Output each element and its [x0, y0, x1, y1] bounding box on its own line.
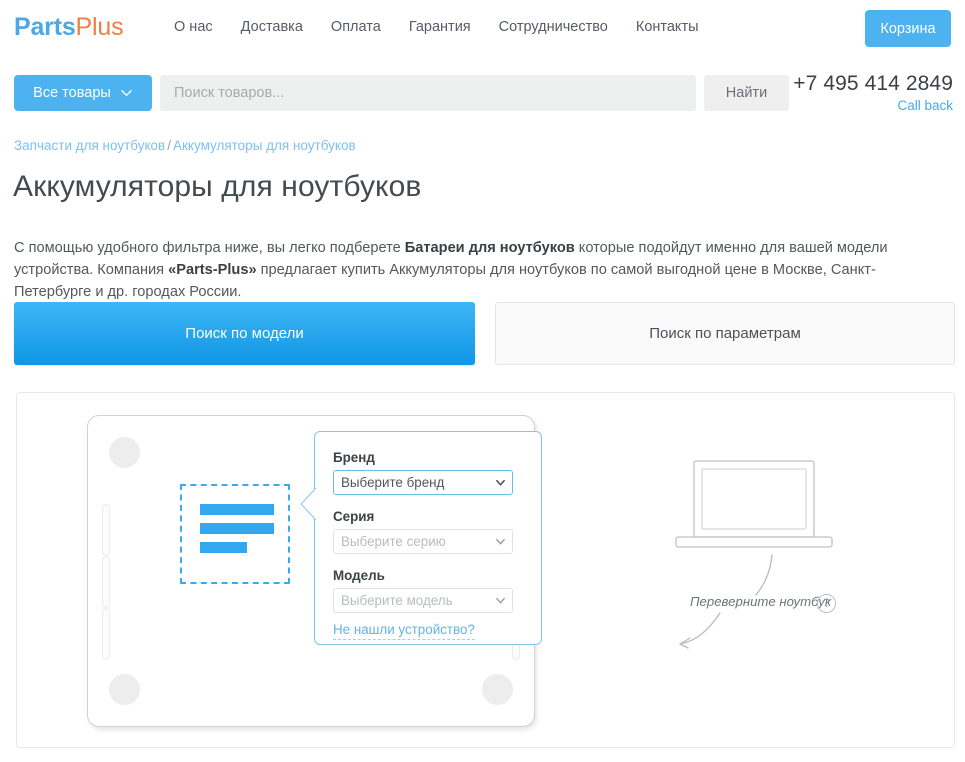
nav-item-delivery[interactable]: Доставка	[227, 19, 317, 35]
flip-laptop-hint: Переверните ноутбук	[690, 594, 831, 609]
model-label-sticker	[180, 484, 290, 584]
page-root: PartsPlus О нас Доставка Оплата Гарантия…	[0, 0, 965, 762]
brand-select[interactable]: Выберите бренд	[333, 470, 513, 495]
laptop-open-icon	[672, 455, 852, 565]
screw-icon	[482, 674, 513, 705]
breadcrumb-separator: /	[165, 138, 173, 153]
tab-search-by-parameters[interactable]: Поиск по параметрам	[495, 302, 955, 365]
panel-pointer-icon	[300, 488, 316, 520]
intro-bold-2: «Parts-Plus»	[168, 262, 256, 278]
sticker-bar	[200, 523, 274, 534]
model-filter-panel: Бренд Выберите бренд Серия Выберите сери…	[314, 431, 542, 645]
all-goods-dropdown[interactable]: Все товары	[14, 75, 152, 111]
device-not-found-link[interactable]: Не нашли устройство?	[333, 622, 475, 640]
nav-item-cooperation[interactable]: Сотрудничество	[485, 19, 622, 35]
sticker-bar	[200, 542, 247, 553]
vent-slot-icon	[102, 556, 110, 608]
model-select[interactable]: Выберите модель	[333, 588, 513, 613]
chevron-down-icon	[495, 477, 506, 488]
intro-text-1: С помощью удобного фильтра ниже, вы легк…	[14, 240, 405, 256]
vent-slot-icon	[102, 608, 110, 660]
breadcrumb-link-batteries[interactable]: Аккумуляторы для ноутбуков	[173, 138, 356, 153]
series-select[interactable]: Выберите серию	[333, 529, 513, 554]
series-select-value: Выберите серию	[341, 534, 446, 549]
series-label: Серия	[333, 509, 513, 524]
intro-bold-1: Батареи для ноутбуков	[405, 240, 575, 256]
breadcrumb: Запчасти для ноутбуков/Аккумуляторы для …	[14, 138, 356, 153]
screw-icon	[109, 674, 140, 705]
model-label: Модель	[333, 568, 513, 583]
site-header: PartsPlus О нас Доставка Оплата Гарантия…	[0, 0, 965, 58]
nav-item-warranty[interactable]: Гарантия	[395, 19, 485, 35]
sticker-bar	[200, 504, 274, 515]
logo-part-one: Parts	[14, 13, 76, 41]
field-group-model: Модель Выберите модель	[333, 568, 513, 613]
screw-icon	[109, 437, 140, 468]
call-back-link[interactable]: Call back	[793, 98, 953, 113]
search-input[interactable]	[160, 75, 696, 111]
help-question-icon[interactable]: ?	[817, 594, 836, 613]
main-navigation: О нас Доставка Оплата Гарантия Сотруднич…	[170, 19, 713, 35]
nav-item-contacts[interactable]: Контакты	[622, 19, 713, 35]
find-button[interactable]: Найти	[704, 75, 789, 111]
field-group-series: Серия Выберите серию	[333, 509, 513, 554]
field-group-brand: Бренд Выберите бренд	[333, 450, 513, 495]
brand-label: Бренд	[333, 450, 513, 465]
page-title: Аккумуляторы для ноутбуков	[13, 170, 421, 204]
model-select-value: Выберите модель	[341, 593, 453, 608]
nav-item-about[interactable]: О нас	[170, 19, 227, 35]
page-intro: С помощью удобного фильтра ниже, вы легк…	[14, 237, 919, 303]
logo-part-two: Plus	[76, 13, 124, 41]
chevron-down-icon	[495, 595, 506, 606]
nav-item-payment[interactable]: Оплата	[317, 19, 395, 35]
phone-number[interactable]: +7 495 414 2849	[793, 72, 953, 96]
contact-block: +7 495 414 2849 Call back	[793, 72, 953, 113]
brand-select-value: Выберите бренд	[341, 475, 444, 490]
search-mode-tabs: Поиск по модели Поиск по параметрам	[0, 302, 965, 368]
breadcrumb-link-parts[interactable]: Запчасти для ноутбуков	[14, 138, 165, 153]
cart-button[interactable]: Корзина	[865, 10, 951, 47]
search-bar: Все товары Найти +7 495 414 2849 Call ba…	[0, 58, 965, 128]
chevron-down-icon	[495, 536, 506, 547]
chevron-down-icon	[120, 86, 133, 99]
vent-slot-icon	[102, 504, 110, 556]
all-goods-label: Все товары	[33, 85, 111, 101]
site-logo[interactable]: PartsPlus	[14, 13, 123, 42]
tab-search-by-model[interactable]: Поиск по модели	[14, 302, 475, 365]
